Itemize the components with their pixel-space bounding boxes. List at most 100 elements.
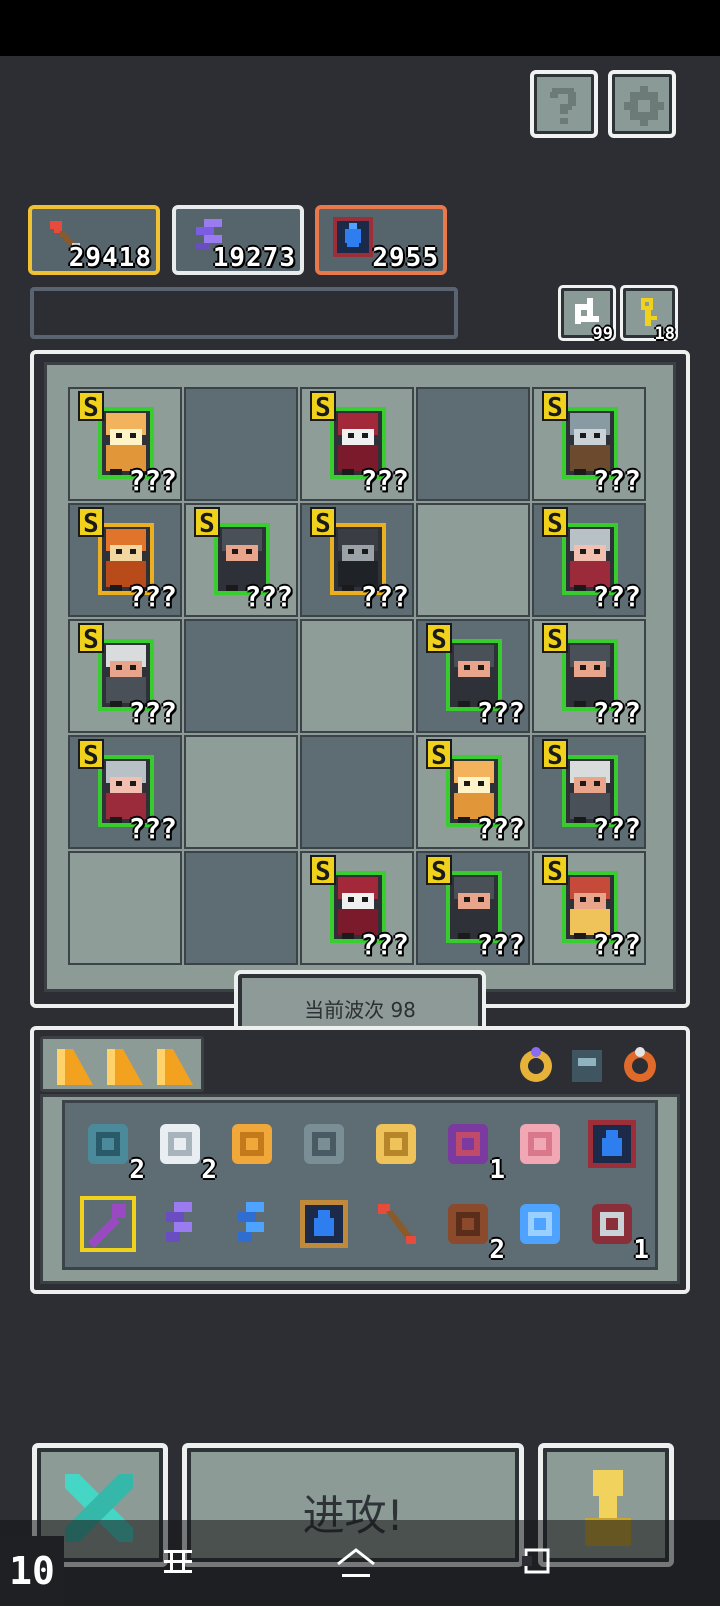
- rank-badge: S: [426, 623, 452, 655]
- key-count: 18: [654, 324, 675, 344]
- unit-card[interactable]: S???: [532, 619, 646, 733]
- resource-arrows: 29418: [28, 205, 160, 275]
- board-cell[interactable]: [68, 851, 182, 965]
- game-screen: 29418 19273 2955 99 18 S ??? S ??? S ???…: [0, 0, 720, 1606]
- unit-card[interactable]: S???: [532, 735, 646, 849]
- inventory-item[interactable]: [505, 1109, 575, 1179]
- inventory-item[interactable]: 2: [433, 1189, 505, 1265]
- unit-card[interactable]: S???: [68, 619, 182, 733]
- unit-card[interactable]: S???: [68, 735, 182, 849]
- inventory-item[interactable]: [217, 1109, 287, 1179]
- tab-triangle-icon: [157, 1049, 193, 1085]
- resource-mana: 2955: [315, 205, 447, 275]
- rank-badge: S: [78, 507, 104, 539]
- board-cell[interactable]: [184, 387, 298, 501]
- shuriken-icon: [304, 1124, 344, 1164]
- status-bar: [0, 0, 720, 56]
- unit-card[interactable]: S???: [300, 387, 414, 501]
- anchor-icon: [592, 1204, 632, 1244]
- dragon-head-icon: [448, 1124, 488, 1164]
- board-cell[interactable]: [300, 735, 414, 849]
- blue-crystal-icon: [238, 1202, 264, 1242]
- wooden-totem-icon: [448, 1204, 488, 1244]
- unit-card[interactable]: S???: [68, 503, 182, 617]
- unit-card[interactable]: S???: [532, 851, 646, 965]
- inventory-item[interactable]: 2: [73, 1109, 145, 1185]
- crown-icon: [376, 1124, 416, 1164]
- settings-button[interactable]: [608, 70, 676, 138]
- item-count: 1: [633, 1235, 649, 1265]
- rank-badge: S: [426, 855, 452, 887]
- unit-hidden-stat: ???: [476, 696, 525, 729]
- question-icon: [550, 88, 576, 124]
- inventory-item[interactable]: [577, 1109, 647, 1179]
- inventory-tabs: [40, 1036, 204, 1092]
- unit-card[interactable]: S???: [416, 851, 530, 965]
- arrow-icon: [378, 1204, 416, 1244]
- inventory-item[interactable]: 1: [433, 1109, 505, 1185]
- purple-crystal-icon: [166, 1202, 192, 1242]
- inventory-item[interactable]: 2: [145, 1109, 217, 1185]
- refresh-button[interactable]: 99: [558, 285, 616, 344]
- inventory-item[interactable]: [361, 1109, 431, 1179]
- unit-hidden-stat: ???: [592, 580, 641, 613]
- unit-card[interactable]: S???: [532, 387, 646, 501]
- unit-card[interactable]: S???: [184, 503, 298, 617]
- unit-card[interactable]: S???: [68, 387, 182, 501]
- back-icon[interactable]: [520, 1546, 556, 1576]
- scroll-icon: [160, 1124, 200, 1164]
- unit-hidden-stat: ???: [244, 580, 293, 613]
- rank-badge: S: [426, 739, 452, 771]
- help-button[interactable]: [530, 70, 598, 138]
- unit-hidden-stat: ???: [360, 464, 409, 497]
- recent-apps-icon[interactable]: [160, 1546, 196, 1576]
- magic-staff-icon: [80, 1196, 136, 1252]
- inventory-item[interactable]: [73, 1189, 143, 1259]
- unit-hidden-stat: ???: [128, 580, 177, 613]
- resource-value: 2955: [372, 243, 439, 273]
- game-speed-label: 10: [9, 1549, 55, 1593]
- unit-hidden-stat: ???: [476, 812, 525, 845]
- resource-value: 19273: [212, 243, 296, 273]
- inventory-item[interactable]: 1: [577, 1189, 649, 1265]
- inventory-item[interactable]: [217, 1189, 287, 1259]
- unit-card[interactable]: S???: [416, 735, 530, 849]
- inventory-item[interactable]: [289, 1109, 359, 1179]
- game-speed-button[interactable]: 10: [0, 1536, 64, 1606]
- inventory-item[interactable]: [361, 1189, 431, 1259]
- board-cell[interactable]: [300, 619, 414, 733]
- board-cell[interactable]: [416, 387, 530, 501]
- unit-card[interactable]: S???: [532, 503, 646, 617]
- home-icon[interactable]: [334, 1546, 378, 1582]
- key-button[interactable]: 18: [620, 285, 678, 344]
- fire-ring-icon: [624, 1047, 656, 1082]
- unit-card[interactable]: S???: [300, 851, 414, 965]
- wave-label: 当前波次 98: [304, 998, 416, 1022]
- unit-hidden-stat: ???: [128, 812, 177, 845]
- rings: [520, 1047, 656, 1082]
- unit-grid[interactable]: S??? S??? S??? S??? S??? S ??? S ??? S ?…: [68, 387, 652, 971]
- unit-hidden-stat: ???: [592, 696, 641, 729]
- heart-gem-icon: [88, 1124, 128, 1164]
- board-cell[interactable]: [184, 851, 298, 965]
- board-cell[interactable]: [184, 735, 298, 849]
- inventory-item[interactable]: [145, 1189, 215, 1259]
- inventory-item[interactable]: [505, 1189, 575, 1259]
- unit-card[interactable]: S???: [416, 619, 530, 733]
- item-count: 1: [489, 1155, 505, 1185]
- unit-hidden-stat: ???: [592, 928, 641, 961]
- dark-helm-icon: [572, 1050, 602, 1082]
- player-name-bar: [30, 287, 458, 339]
- rank-badge: S: [78, 739, 104, 771]
- mana-tome-icon: [333, 217, 373, 257]
- key-icon: [232, 1124, 272, 1164]
- inventory-item[interactable]: [289, 1189, 359, 1259]
- gold-ring-icon: [520, 1047, 552, 1082]
- equipment-rings[interactable]: [512, 1040, 682, 1096]
- unit-hidden-stat: ???: [476, 928, 525, 961]
- unit-card[interactable]: S???: [300, 503, 414, 617]
- inventory-slots: 2 2 1 2 1: [62, 1100, 658, 1270]
- resource-value: 29418: [68, 243, 152, 273]
- board-cell[interactable]: [416, 503, 530, 617]
- board-cell[interactable]: [184, 619, 298, 733]
